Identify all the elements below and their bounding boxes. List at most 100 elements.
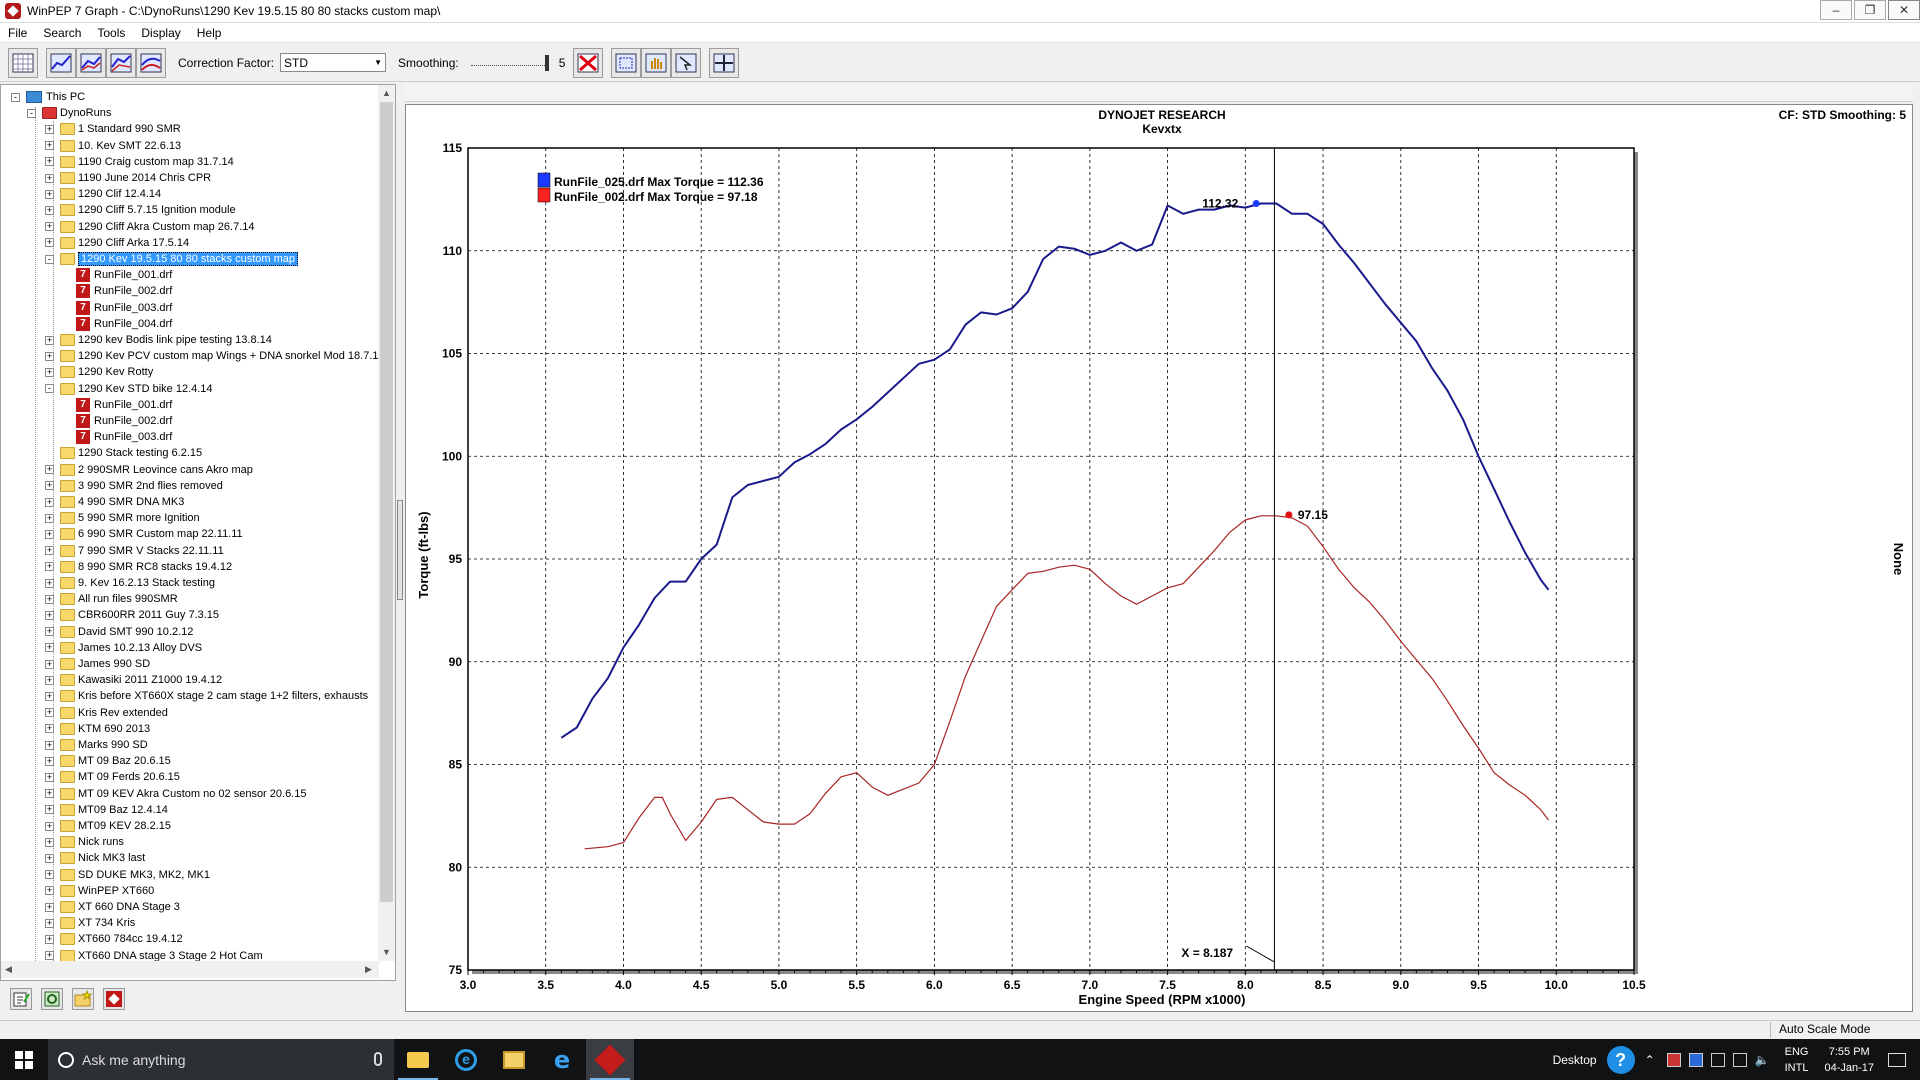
tree-item-folder[interactable]: + XT 734 Kris bbox=[45, 915, 135, 931]
tree-item-folder[interactable]: 1290 Stack testing 6.2.15 bbox=[45, 445, 202, 461]
chevron-up-icon[interactable]: ⌃ bbox=[1645, 1053, 1659, 1067]
tree-item-folder[interactable]: +9. Kev 16.2.13 Stack testing bbox=[45, 575, 215, 591]
tree-item-folder[interactable]: +1290 Cliff Arka 17.5.14 bbox=[45, 235, 189, 251]
clock[interactable]: 7:55 PM 04-Jan-17 bbox=[1824, 1044, 1874, 1076]
correction-factor-select[interactable]: STD ▼ bbox=[280, 53, 387, 72]
zoom-icon[interactable] bbox=[611, 47, 642, 78]
tree-item-run-file[interactable]: 7 RunFile_002.drf bbox=[61, 283, 172, 299]
taskbar-explorer-window[interactable] bbox=[490, 1039, 538, 1080]
tree-item-folder[interactable]: + WinPEP XT660 bbox=[45, 883, 154, 899]
tree-item-folder[interactable]: +7 990 SMR V Stacks 22.11.11 bbox=[45, 543, 224, 559]
cursor-select-icon[interactable] bbox=[671, 47, 702, 78]
tree-item-folder[interactable]: + KTM 690 2013 bbox=[45, 721, 150, 737]
graph-multi-icon[interactable] bbox=[136, 47, 166, 78]
tree-item-dynoruns[interactable]: - DynoRuns bbox=[27, 105, 111, 121]
close-button[interactable]: ✕ bbox=[1888, 0, 1920, 20]
tree-item-folder[interactable]: + Kawasiki 2011 Z1000 19.4.12 bbox=[45, 672, 222, 688]
tree-item-folder[interactable]: + MT09 KEV 28.2.15 bbox=[45, 818, 171, 834]
tree-item-folder[interactable]: +8 990 SMR RC8 stacks 19.4.12 bbox=[45, 559, 232, 575]
tree-item-folder[interactable]: +1290 Kev PCV custom map Wings + DNA sno… bbox=[45, 348, 379, 364]
tree-item-folder[interactable]: + CBR600RR 2011 Guy 7.3.15 bbox=[45, 607, 219, 623]
tree-item-folder[interactable]: +1 Standard 990 SMR bbox=[45, 121, 181, 137]
cortana-search-box[interactable]: Ask me anything bbox=[48, 1039, 394, 1080]
tree-item-folder[interactable]: + MT 09 Baz 20.6.15 bbox=[45, 753, 171, 769]
tree-item-folder[interactable]: + MT 09 KEV Akra Custom no 02 sensor 20.6… bbox=[45, 786, 306, 802]
panel-splitter[interactable] bbox=[397, 500, 403, 600]
tree-item-folder[interactable]: -1290 Kev 19.5.15 80 80 stacks custom ma… bbox=[45, 251, 299, 267]
minimize-button[interactable]: – bbox=[1820, 0, 1852, 20]
scroll-left-icon[interactable]: ◀ bbox=[5, 964, 12, 975]
tree-item-folder[interactable]: + Kris Rev extended bbox=[45, 705, 168, 721]
tree-item-run-file[interactable]: 7 RunFile_001.drf bbox=[61, 397, 172, 413]
scroll-up-icon[interactable]: ▲ bbox=[382, 88, 391, 98]
tree-item-folder[interactable]: -1290 Kev STD bike 12.4.14 bbox=[45, 381, 213, 397]
tree-item-folder[interactable]: +2 990SMR Leovince cans Akro map bbox=[45, 462, 253, 478]
tree-item-folder[interactable]: +1290 kev Bodis link pipe testing 13.8.1… bbox=[45, 332, 272, 348]
tree-item-folder[interactable]: + James 10.2.13 Alloy DVS bbox=[45, 640, 202, 656]
tree-item-run-file[interactable]: 7 RunFile_003.drf bbox=[61, 300, 172, 316]
tree-item-folder[interactable]: +1290 Cliff Akra Custom map 26.7.14 bbox=[45, 219, 255, 235]
tree-item-folder[interactable]: + Nick MK3 last bbox=[45, 850, 145, 866]
tree-item-folder[interactable]: + All run files 990SMR bbox=[45, 591, 178, 607]
volume-icon[interactable]: 🔈 bbox=[1755, 1053, 1770, 1067]
tree-item-folder[interactable]: + Nick runs bbox=[45, 834, 124, 850]
tray-mail-icon[interactable] bbox=[1688, 1052, 1703, 1067]
language-indicator[interactable]: ENG INTL bbox=[1785, 1044, 1809, 1076]
tree-item-folder[interactable]: + MT 09 Ferds 20.6.15 bbox=[45, 769, 180, 785]
tree-item-folder[interactable]: +1290 Clif 12.4.14 bbox=[45, 186, 161, 202]
winpep-app-icon[interactable] bbox=[5, 3, 21, 19]
network-icon[interactable] bbox=[1710, 1052, 1725, 1067]
tree-item-folder[interactable]: +6 990 SMR Custom map 22.11.11 bbox=[45, 526, 243, 542]
taskbar-file-explorer[interactable] bbox=[394, 1039, 442, 1080]
tree-item-folder[interactable]: + Kris before XT660X stage 2 cam stage 1+… bbox=[45, 688, 368, 704]
slider-thumb[interactable] bbox=[544, 54, 549, 71]
tree-item-folder[interactable]: + David SMT 990 10.2.12 bbox=[45, 624, 193, 640]
tree-item-run-file[interactable]: 7 RunFile_001.drf bbox=[61, 267, 172, 283]
taskbar-internet-explorer[interactable]: e bbox=[442, 1039, 490, 1080]
tree-item-run-file[interactable]: 7 RunFile_002.drf bbox=[61, 413, 172, 429]
tree-vertical-scrollbar[interactable]: ▲ ▼ bbox=[378, 85, 395, 961]
grid-table-icon[interactable] bbox=[8, 47, 38, 78]
edit-notes-icon[interactable] bbox=[10, 988, 32, 1010]
menu-search[interactable]: Search bbox=[35, 26, 89, 40]
start-button[interactable] bbox=[0, 1039, 48, 1080]
scroll-thumb[interactable] bbox=[380, 102, 393, 902]
scroll-right-icon[interactable]: ▶ bbox=[365, 964, 372, 975]
tree-item-folder[interactable]: + XT660 784cc 19.4.12 bbox=[45, 931, 183, 947]
max-marker-series-1[interactable] bbox=[1252, 199, 1260, 207]
restore-button[interactable]: ❐ bbox=[1854, 0, 1886, 20]
graph-overlay-icon[interactable] bbox=[106, 47, 136, 78]
tree-item-folder[interactable]: +1290 Cliff 5.7.15 Ignition module bbox=[45, 202, 236, 218]
tree-item-folder[interactable]: + James 990 SD bbox=[45, 656, 150, 672]
tree-item-this-pc[interactable]: - This PC bbox=[11, 89, 85, 105]
menu-help[interactable]: Help bbox=[189, 26, 230, 40]
microphone-icon[interactable] bbox=[374, 1052, 382, 1066]
tree-item-folder[interactable]: +5 990 SMR more Ignition bbox=[45, 510, 200, 526]
menu-display[interactable]: Display bbox=[133, 26, 188, 40]
max-marker-series-2[interactable] bbox=[1285, 511, 1293, 519]
pan-hand-icon[interactable] bbox=[641, 47, 672, 78]
tree-item-folder[interactable]: + MT09 Baz 12.4.14 bbox=[45, 802, 168, 818]
collapse-icon[interactable]: - bbox=[11, 92, 20, 102]
tree-horizontal-scrollbar[interactable]: ◀ ▶ bbox=[1, 961, 379, 978]
action-center-icon[interactable] bbox=[1888, 1052, 1906, 1067]
help-icon[interactable]: ? bbox=[1606, 1045, 1635, 1074]
tree-item-run-file[interactable]: 7 RunFile_003.drf bbox=[61, 429, 172, 445]
taskbar-winpep[interactable] bbox=[586, 1039, 634, 1080]
tray-app-icon[interactable] bbox=[1666, 1052, 1681, 1067]
display-icon[interactable] bbox=[1732, 1052, 1747, 1067]
tree-item-folder[interactable]: + Marks 990 SD bbox=[45, 737, 148, 753]
smoothing-slider[interactable] bbox=[465, 53, 551, 73]
tree-item-folder[interactable]: +10. Kev SMT 22.6.13 bbox=[45, 138, 181, 154]
taskbar-edge[interactable]: e bbox=[538, 1039, 586, 1080]
tree-item-folder[interactable]: + SD DUKE MK3, MK2, MK1 bbox=[45, 867, 210, 883]
clear-graph-icon[interactable] bbox=[573, 47, 604, 78]
graph-view-icon[interactable] bbox=[46, 47, 76, 78]
tree-item-folder[interactable]: +4 990 SMR DNA MK3 bbox=[45, 494, 184, 510]
tree-item-run-file[interactable]: 7 RunFile_004.drf bbox=[61, 316, 172, 332]
scroll-down-icon[interactable]: ▼ bbox=[382, 947, 391, 957]
dynojet-logo-icon[interactable] bbox=[103, 988, 125, 1010]
tree-item-folder[interactable]: +1190 June 2014 Chris CPR bbox=[45, 170, 211, 186]
tree-item-folder[interactable]: +3 990 SMR 2nd flies removed bbox=[45, 478, 223, 494]
tree-item-folder[interactable]: + XT 660 DNA Stage 3 bbox=[45, 899, 180, 915]
